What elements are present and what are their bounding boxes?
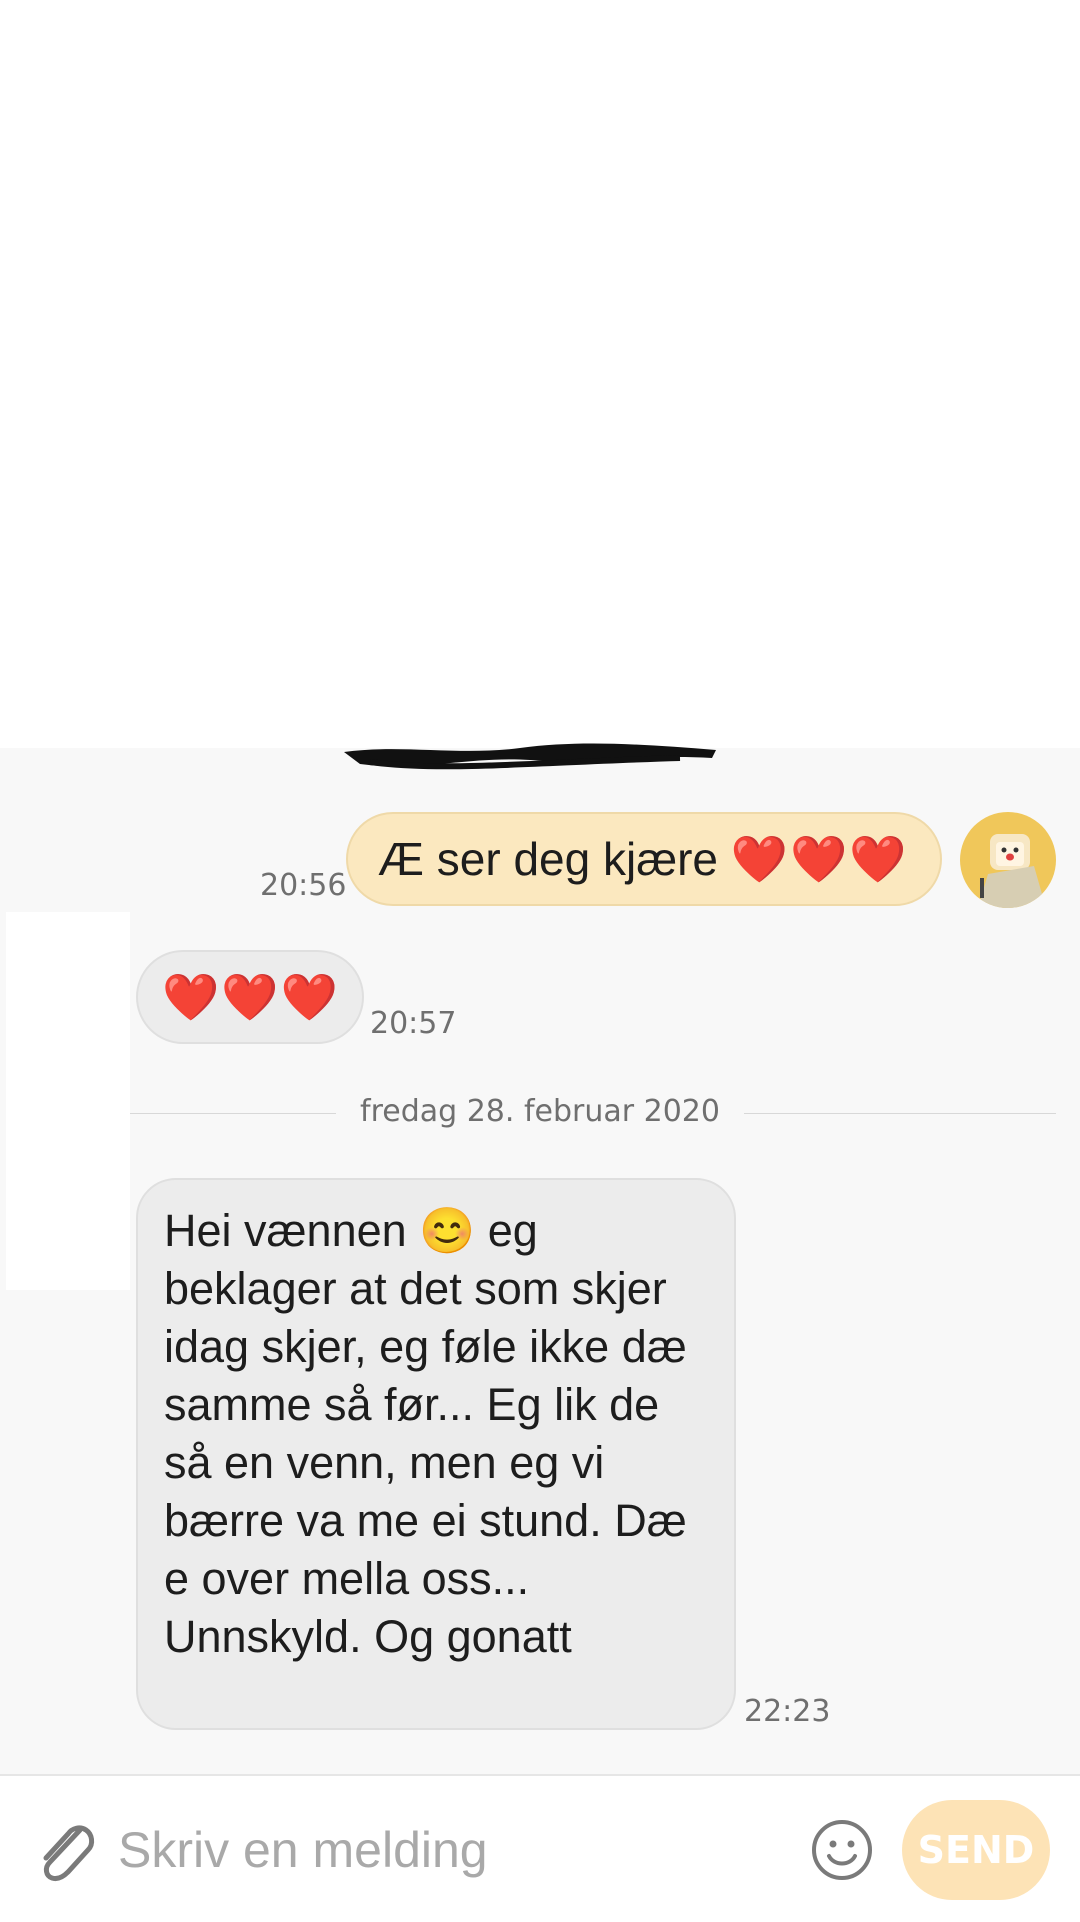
smile-emoji: 😊	[419, 1205, 476, 1256]
redacted-area	[0, 0, 1080, 748]
incoming-message-bubble[interactable]: Hei vænnen 😊 eg beklager at det som skje…	[136, 1178, 736, 1730]
avatar[interactable]	[960, 812, 1056, 908]
compose-bar: SEND	[0, 1774, 1080, 1922]
heart-emoji: ❤️❤️❤️	[162, 971, 340, 1023]
redaction-scribble	[344, 743, 716, 770]
message-text: Æ ser deg kjære	[378, 833, 719, 885]
paperclip-icon[interactable]	[34, 1816, 96, 1886]
outgoing-message-bubble[interactable]: Æ ser deg kjære ❤️❤️❤️	[346, 812, 942, 906]
message-time: 22:23	[744, 1694, 831, 1729]
heart-emoji: ❤️❤️❤️	[730, 833, 909, 885]
date-divider: fredag 28. februar 2020	[0, 1094, 1080, 1129]
incoming-message-bubble[interactable]: ❤️❤️❤️	[136, 950, 364, 1044]
toast-avatar-icon	[978, 834, 1046, 908]
smiley-icon[interactable]	[810, 1818, 874, 1882]
message-input[interactable]	[118, 1812, 778, 1888]
message-time: 20:57	[370, 1006, 457, 1041]
message-time: 20:56	[260, 868, 347, 903]
send-button[interactable]: SEND	[902, 1800, 1050, 1900]
message-text: Hei vænnen 😊 eg beklager at det som skje…	[164, 1205, 687, 1662]
